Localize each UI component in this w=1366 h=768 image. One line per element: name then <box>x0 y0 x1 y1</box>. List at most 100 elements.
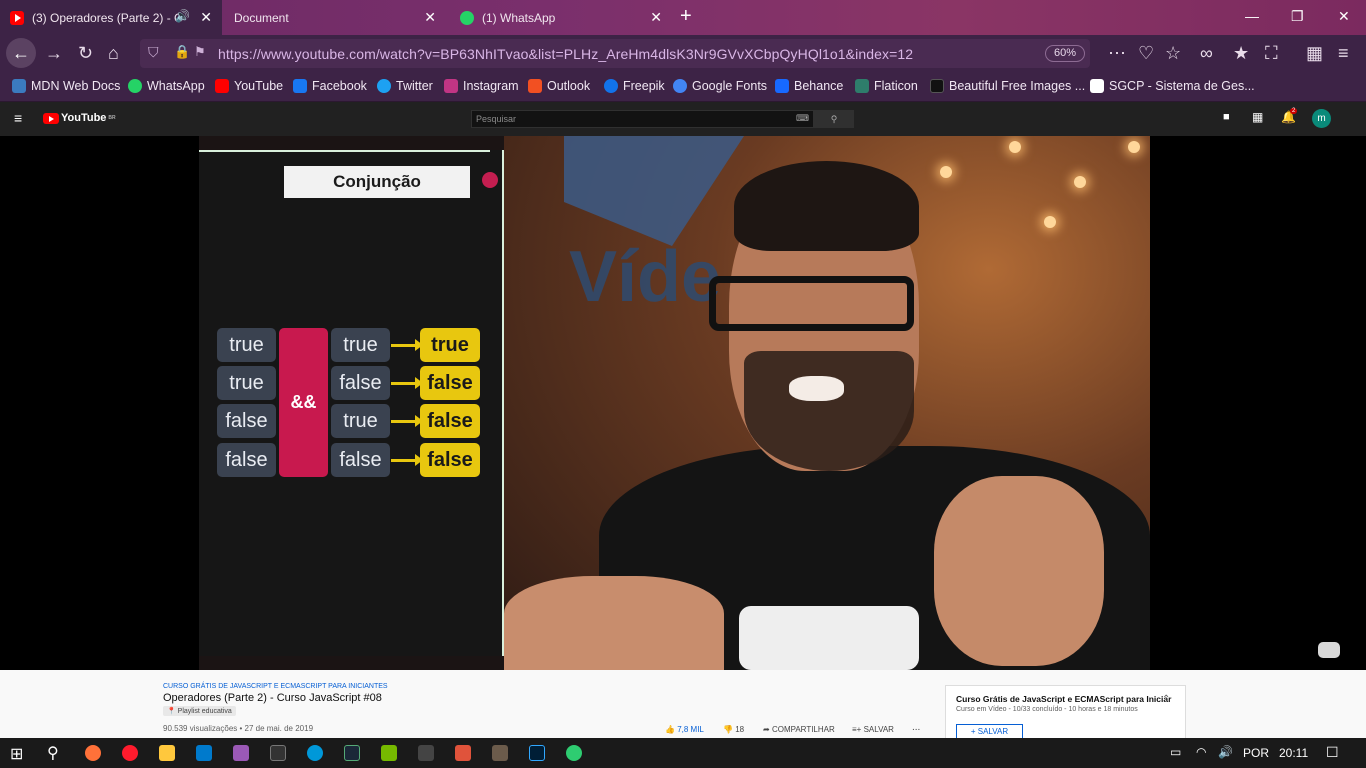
app-icon[interactable] <box>455 745 471 761</box>
bookmark-facebook[interactable]: Facebook <box>293 79 367 93</box>
volume-icon[interactable]: 🔊 <box>1218 745 1233 759</box>
new-tab-icon[interactable]: + <box>680 5 692 28</box>
playlist-title[interactable]: Curso Grátis de JavaScript e ECMAScript … <box>956 694 1171 704</box>
file-explorer-icon[interactable] <box>159 745 175 761</box>
tab-youtube[interactable]: (3) Operadores (Parte 2) - C 🔊 ✕ <box>0 0 222 35</box>
background-logo-lettering: Víde <box>569 237 722 317</box>
bookmark-sgcp[interactable]: SGCP - Sistema de Ges... <box>1090 79 1255 93</box>
search-button[interactable]: ⚲ <box>814 110 854 128</box>
tab-document[interactable]: Document ✕ <box>224 0 446 35</box>
windows-start-icon[interactable]: ⊞ <box>10 744 23 764</box>
bookmark-mdn[interactable]: MDN Web Docs <box>12 79 120 93</box>
wifi-icon[interactable]: ◠ <box>1196 745 1206 759</box>
menu-icon[interactable]: ≡ <box>1338 43 1349 64</box>
outlook-icon <box>528 79 542 93</box>
photoshop-icon[interactable] <box>529 745 545 761</box>
miniplayer-icon[interactable] <box>1318 642 1340 658</box>
minimize-icon[interactable]: — <box>1245 8 1259 24</box>
create-video-icon[interactable]: ■ <box>1223 111 1230 123</box>
steam-icon[interactable] <box>344 745 360 761</box>
language-indicator[interactable]: POR <box>1243 746 1269 760</box>
battery-icon[interactable]: ▭ <box>1170 745 1181 759</box>
and-operator: && <box>279 328 328 477</box>
chevron-up-icon[interactable]: ⌃ <box>1162 694 1170 705</box>
speaker-icon[interactable]: 🔊 <box>175 9 190 23</box>
action-center-icon[interactable]: ☐ <box>1326 744 1339 761</box>
private-mask-icon[interactable]: ∞ <box>1200 43 1213 64</box>
opera-icon[interactable] <box>122 745 138 761</box>
bookmark-behance[interactable]: Behance <box>775 79 843 93</box>
hamburger-menu-icon[interactable]: ≡ <box>14 110 22 126</box>
bookmark-youtube[interactable]: YouTube <box>215 79 283 93</box>
youtube-logo-icon <box>43 112 59 124</box>
more-options-icon[interactable]: ... <box>912 722 920 733</box>
keyboard-icon[interactable]: ⌨ <box>796 113 809 124</box>
app-icon[interactable] <box>233 745 249 761</box>
bookmark-instagram[interactable]: Instagram <box>444 79 519 93</box>
nvidia-icon[interactable] <box>381 745 397 761</box>
back-icon[interactable]: ← <box>6 38 36 68</box>
lock-icon[interactable]: 🔒 <box>174 44 190 60</box>
home-icon[interactable]: ⌂ <box>108 43 119 64</box>
reload-icon[interactable]: ↻ <box>78 43 93 64</box>
bookmark-google-fonts[interactable]: Google Fonts <box>673 79 767 93</box>
result-cell: false <box>420 404 480 438</box>
utorrent-icon[interactable] <box>566 745 582 761</box>
forward-icon[interactable]: → <box>45 43 63 64</box>
app-icon[interactable] <box>492 745 508 761</box>
zoom-level[interactable]: 60% <box>1045 45 1085 62</box>
presenter-scene: Víde <box>504 136 1150 670</box>
operand-a: false <box>217 443 276 477</box>
bookmark-label: WhatsApp <box>147 79 205 93</box>
like-button[interactable]: 👍 7,8 MIL <box>665 725 704 734</box>
share-button[interactable]: ➦ COMPARTILHAR <box>763 725 835 734</box>
apps-grid-icon[interactable]: ▦ <box>1252 110 1263 124</box>
bookmark-freepik[interactable]: Freepik <box>604 79 665 93</box>
bookmark-outlook[interactable]: Outlook <box>528 79 590 93</box>
dislike-button[interactable]: 👎 18 <box>723 725 744 734</box>
bookmark-whatsapp[interactable]: WhatsApp <box>128 79 205 93</box>
bookmark-twitter[interactable]: Twitter <box>377 79 433 93</box>
restore-icon[interactable]: ❐ <box>1291 8 1304 25</box>
avatar[interactable]: m <box>1312 109 1331 128</box>
more-actions-icon[interactable]: ⋯ <box>1108 43 1126 64</box>
vscode-icon[interactable] <box>196 745 212 761</box>
video-player[interactable]: Conjunção true true false false && true … <box>0 136 1366 670</box>
shield-icon[interactable]: ⛉ <box>148 44 159 61</box>
video-details: CURSO GRÁTIS DE JAVASCRIPT E ECMASCRIPT … <box>0 670 1366 745</box>
presenter-right-hand <box>934 476 1104 666</box>
firefox-icon[interactable] <box>85 745 101 761</box>
playlist-save-label: SALVAR <box>977 727 1009 736</box>
shirt-logo <box>739 606 919 670</box>
tab-title: (1) WhatsApp <box>482 10 556 25</box>
close-tab-icon[interactable]: ✕ <box>200 9 212 26</box>
clock[interactable]: 20:11 <box>1279 746 1308 760</box>
bookmark-star-icon[interactable]: ☆ <box>1165 43 1181 64</box>
bookmarks-star-icon[interactable]: ★ <box>1233 43 1249 64</box>
video-frame[interactable]: Conjunção true true false false && true … <box>199 136 1150 670</box>
operand-a: false <box>217 404 276 438</box>
url-text[interactable]: https://www.youtube.com/watch?v=BP63NhIT… <box>218 46 913 62</box>
app-icon[interactable] <box>418 745 434 761</box>
playlist-tag-link[interactable]: CURSO GRÁTIS DE JAVASCRIPT E ECMASCRIPT … <box>163 683 388 690</box>
tab-whatsapp[interactable]: (1) WhatsApp ✕ <box>450 0 672 35</box>
close-tab-icon[interactable]: ✕ <box>650 9 662 26</box>
youtube-logo[interactable]: YouTube BR <box>43 112 116 124</box>
close-tab-icon[interactable]: ✕ <box>424 9 436 26</box>
epic-games-icon[interactable] <box>270 745 286 761</box>
search-icon[interactable]: ⚲ <box>47 743 59 763</box>
operand-a: true <box>217 328 276 362</box>
translate-icon[interactable]: ⛶ <box>1265 43 1278 64</box>
bookmark-free-images[interactable]: Beautiful Free Images ... <box>930 79 1085 93</box>
url-bar[interactable]: ⛉ 🔒 ⚑ https://www.youtube.com/watch?v=BP… <box>140 39 1090 68</box>
close-window-icon[interactable]: ✕ <box>1338 8 1350 25</box>
extensions-icon[interactable]: ▦ <box>1306 43 1323 64</box>
permissions-icon[interactable]: ⚑ <box>194 44 206 60</box>
bookmark-label: Outlook <box>547 79 591 93</box>
search-input[interactable]: Pesquisar ⌨ <box>471 110 814 128</box>
pocket-icon[interactable]: ♡ <box>1138 43 1154 64</box>
view-count: 90.539 visualizações • 27 de mai. de 201… <box>163 724 314 733</box>
app-icon[interactable] <box>307 745 323 761</box>
save-button[interactable]: ≡+ SALVAR <box>852 725 894 734</box>
bookmark-flaticon[interactable]: Flaticon <box>855 79 918 93</box>
